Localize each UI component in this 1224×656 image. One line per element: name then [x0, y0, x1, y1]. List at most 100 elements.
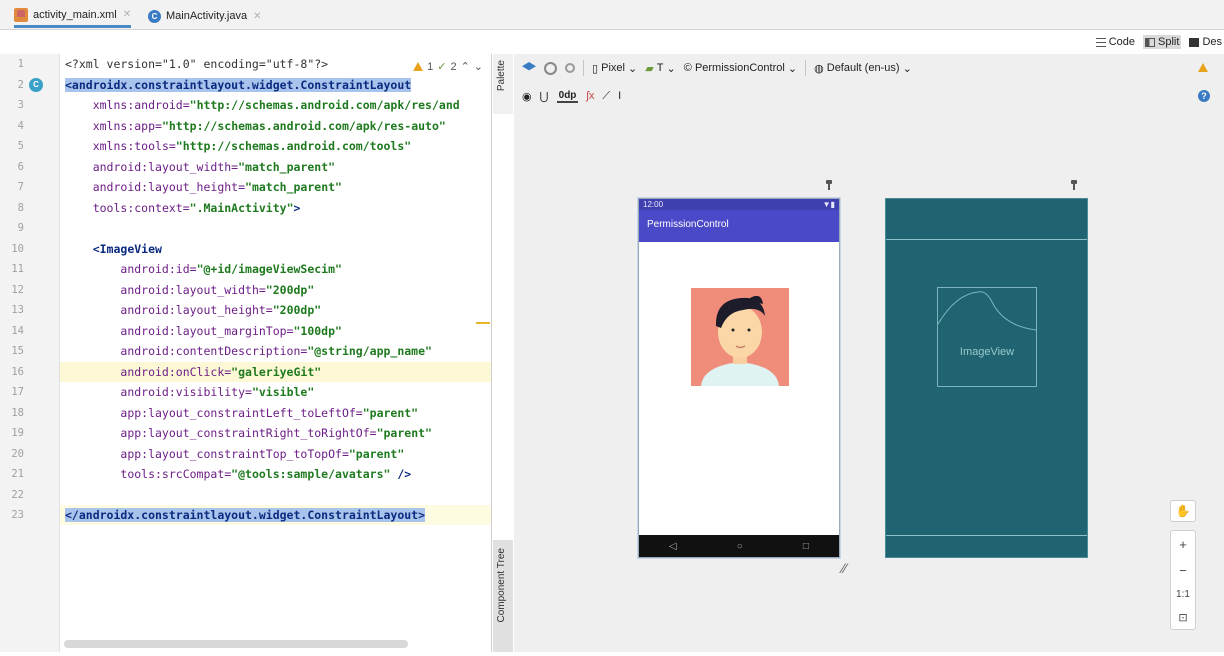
- code-line[interactable]: xmlns:tools="http://schemas.android.com/…: [60, 136, 491, 156]
- avatar-image-view[interactable]: [691, 288, 789, 386]
- warning-icon[interactable]: [1198, 63, 1208, 72]
- code-line[interactable]: app:layout_constraintLeft_toLeftOf="pare…: [60, 403, 491, 423]
- code-token: "parent": [362, 405, 419, 420]
- zoom-in-button[interactable]: +: [1179, 537, 1187, 552]
- orientation-button[interactable]: [544, 61, 557, 75]
- code-line[interactable]: tools:srcCompat="@tools:sample/avatars" …: [60, 464, 491, 484]
- code-line[interactable]: app:layout_constraintRight_toRightOf="pa…: [60, 423, 491, 443]
- code-line[interactable]: android:layout_width="match_parent": [60, 157, 491, 177]
- tab-main-activity-java[interactable]: C MainActivity.java ✕: [148, 4, 262, 28]
- close-icon[interactable]: ✕: [123, 9, 131, 20]
- image-placeholder-icon: [938, 291, 1036, 331]
- design-preview[interactable]: 12:00 ▼▮ PermissionControl ◁ ○ □: [638, 198, 840, 558]
- java-class-icon: C: [148, 9, 161, 23]
- line-number: 17: [11, 386, 24, 398]
- code-line[interactable]: <androidx.constraintlayout.widget.Constr…: [60, 75, 491, 95]
- code-line[interactable]: android:contentDescription="@string/app_…: [60, 341, 491, 361]
- android-icon: ▰: [645, 62, 657, 75]
- infer-constraints-button[interactable]: ⟋: [602, 90, 610, 103]
- component-tree-label: Component Tree: [496, 548, 507, 623]
- class-gutter-icon[interactable]: C: [29, 77, 43, 92]
- resize-handle-icon[interactable]: ⁄⁄: [842, 560, 847, 576]
- pin-icon[interactable]: [1071, 180, 1077, 190]
- zoom-to-fit-icon[interactable]: ⊡: [1178, 611, 1187, 624]
- code-line[interactable]: </androidx.constraintlayout.widget.Const…: [60, 505, 491, 525]
- line-number: 14: [11, 324, 24, 337]
- component-tree-panel-tab[interactable]: Component Tree: [493, 540, 513, 652]
- tab-label: activity_main.xml: [33, 8, 117, 21]
- horizontal-scrollbar[interactable]: [64, 640, 408, 648]
- code-token: app:layout_constraintLeft_toLeftOf=: [120, 405, 363, 420]
- design-view-button[interactable]: Des: [1187, 35, 1224, 49]
- theme-selector[interactable]: © PermissionControl ⌄: [684, 62, 797, 75]
- autoconnect-button[interactable]: ⋃: [540, 90, 549, 103]
- code-line[interactable]: android:visibility="visible": [60, 382, 491, 402]
- app-bar: PermissionControl: [639, 210, 839, 242]
- device-selector[interactable]: ▯ Pixel ⌄: [592, 62, 637, 75]
- zoom-out-button[interactable]: −: [1179, 563, 1187, 578]
- code-line[interactable]: android:layout_height="match_parent": [60, 177, 491, 197]
- code-line[interactable]: [60, 485, 491, 505]
- view-options-button[interactable]: ◉: [522, 90, 532, 103]
- blueprint-image-view[interactable]: ImageView: [937, 287, 1037, 387]
- code-line[interactable]: android:id="@+id/imageViewSecim": [60, 259, 491, 279]
- code-token: "200dp": [265, 282, 315, 297]
- code-line[interactable]: <ImageView: [60, 239, 491, 259]
- code-token: "match_parent": [245, 180, 342, 194]
- code-line[interactable]: tools:context=".MainActivity">: [60, 198, 491, 218]
- blueprint-preview[interactable]: ImageView: [885, 198, 1088, 558]
- chevron-down-icon[interactable]: ⌄: [474, 60, 483, 73]
- design-surface[interactable]: ▯ Pixel ⌄ ▰ T ⌄ © PermissionControl ⌄ ◍ …: [514, 54, 1224, 652]
- code-token: >: [293, 200, 301, 215]
- help-icon[interactable]: ?: [1198, 90, 1210, 102]
- line-number: 21: [11, 468, 24, 480]
- clear-constraints-button[interactable]: ʃx: [586, 90, 594, 102]
- code-area[interactable]: <?xml version="1.0" encoding="utf-8"?> <a…: [60, 54, 491, 652]
- pin-icon[interactable]: [826, 180, 832, 190]
- zoom-controls: + − 1:1 ⊡: [1170, 530, 1196, 630]
- warning-stripe-marker[interactable]: [476, 322, 490, 324]
- split-view-button[interactable]: Split: [1143, 35, 1182, 49]
- code-token: "100dp": [293, 323, 342, 338]
- guidelines-button[interactable]: I: [618, 90, 621, 102]
- night-mode-button[interactable]: [565, 63, 575, 73]
- view-mode-switcher: Code Split Des: [1088, 34, 1224, 50]
- code-token: android:layout_height=: [92, 180, 246, 194]
- code-token: android:layout_width=: [120, 282, 266, 297]
- code-line[interactable]: android:layout_width="200dp": [60, 280, 491, 300]
- code-editor[interactable]: 1 2 C 3 4 5 6 7 8 9 10 11 12 13 14 15 16 17 18 19 20 21 22 23 <…: [0, 54, 492, 652]
- battery-icon: ▼▮: [822, 200, 835, 209]
- code-line[interactable]: app:layout_constraintTop_toTopOf="parent…: [60, 444, 491, 464]
- code-token: xmlns:tools=: [92, 139, 176, 153]
- inspection-widget[interactable]: 1 ✓ 2 ⌃ ⌄: [413, 60, 483, 73]
- api-level-selector[interactable]: ▰ T ⌄: [645, 62, 676, 75]
- close-icon[interactable]: ✕: [253, 11, 261, 22]
- code-token: android:id=: [120, 262, 197, 276]
- code-line[interactable]: [60, 218, 491, 238]
- locale-selector[interactable]: ◍ Default (en-us) ⌄: [814, 62, 912, 75]
- design-blueprint-toggle[interactable]: [522, 62, 536, 74]
- code-token: />: [390, 467, 412, 481]
- actual-size-button[interactable]: 1:1: [1176, 589, 1190, 600]
- code-token: "@+id/imageViewSecim": [196, 262, 342, 276]
- code-token: xmlns:android=: [92, 98, 190, 112]
- chevron-up-icon[interactable]: ⌃: [461, 60, 470, 73]
- code-token: "http://schemas.android.com/tools": [175, 139, 412, 153]
- default-margin-button[interactable]: 0dp: [556, 90, 579, 103]
- code-line[interactable]: android:layout_height="200dp": [60, 300, 491, 320]
- code-view-button[interactable]: Code: [1094, 35, 1137, 49]
- code-token: <?xml version="1.0" encoding="utf-8"?>: [65, 57, 329, 71]
- code-line[interactable]: android:layout_marginTop="100dp": [60, 321, 491, 341]
- code-line[interactable]: android:onClick="galeriyeGit": [60, 361, 491, 382]
- pan-button[interactable]: ✋: [1170, 500, 1196, 522]
- line-number: 13: [11, 304, 24, 316]
- code-line[interactable]: xmlns:android="http://schemas.android.co…: [60, 95, 491, 115]
- tab-activity-main-xml[interactable]: activity_main.xml ✕: [14, 4, 132, 28]
- code-line[interactable]: xmlns:app="http://schemas.android.com/ap…: [60, 116, 491, 136]
- palette-panel-tab[interactable]: Palette: [493, 54, 513, 114]
